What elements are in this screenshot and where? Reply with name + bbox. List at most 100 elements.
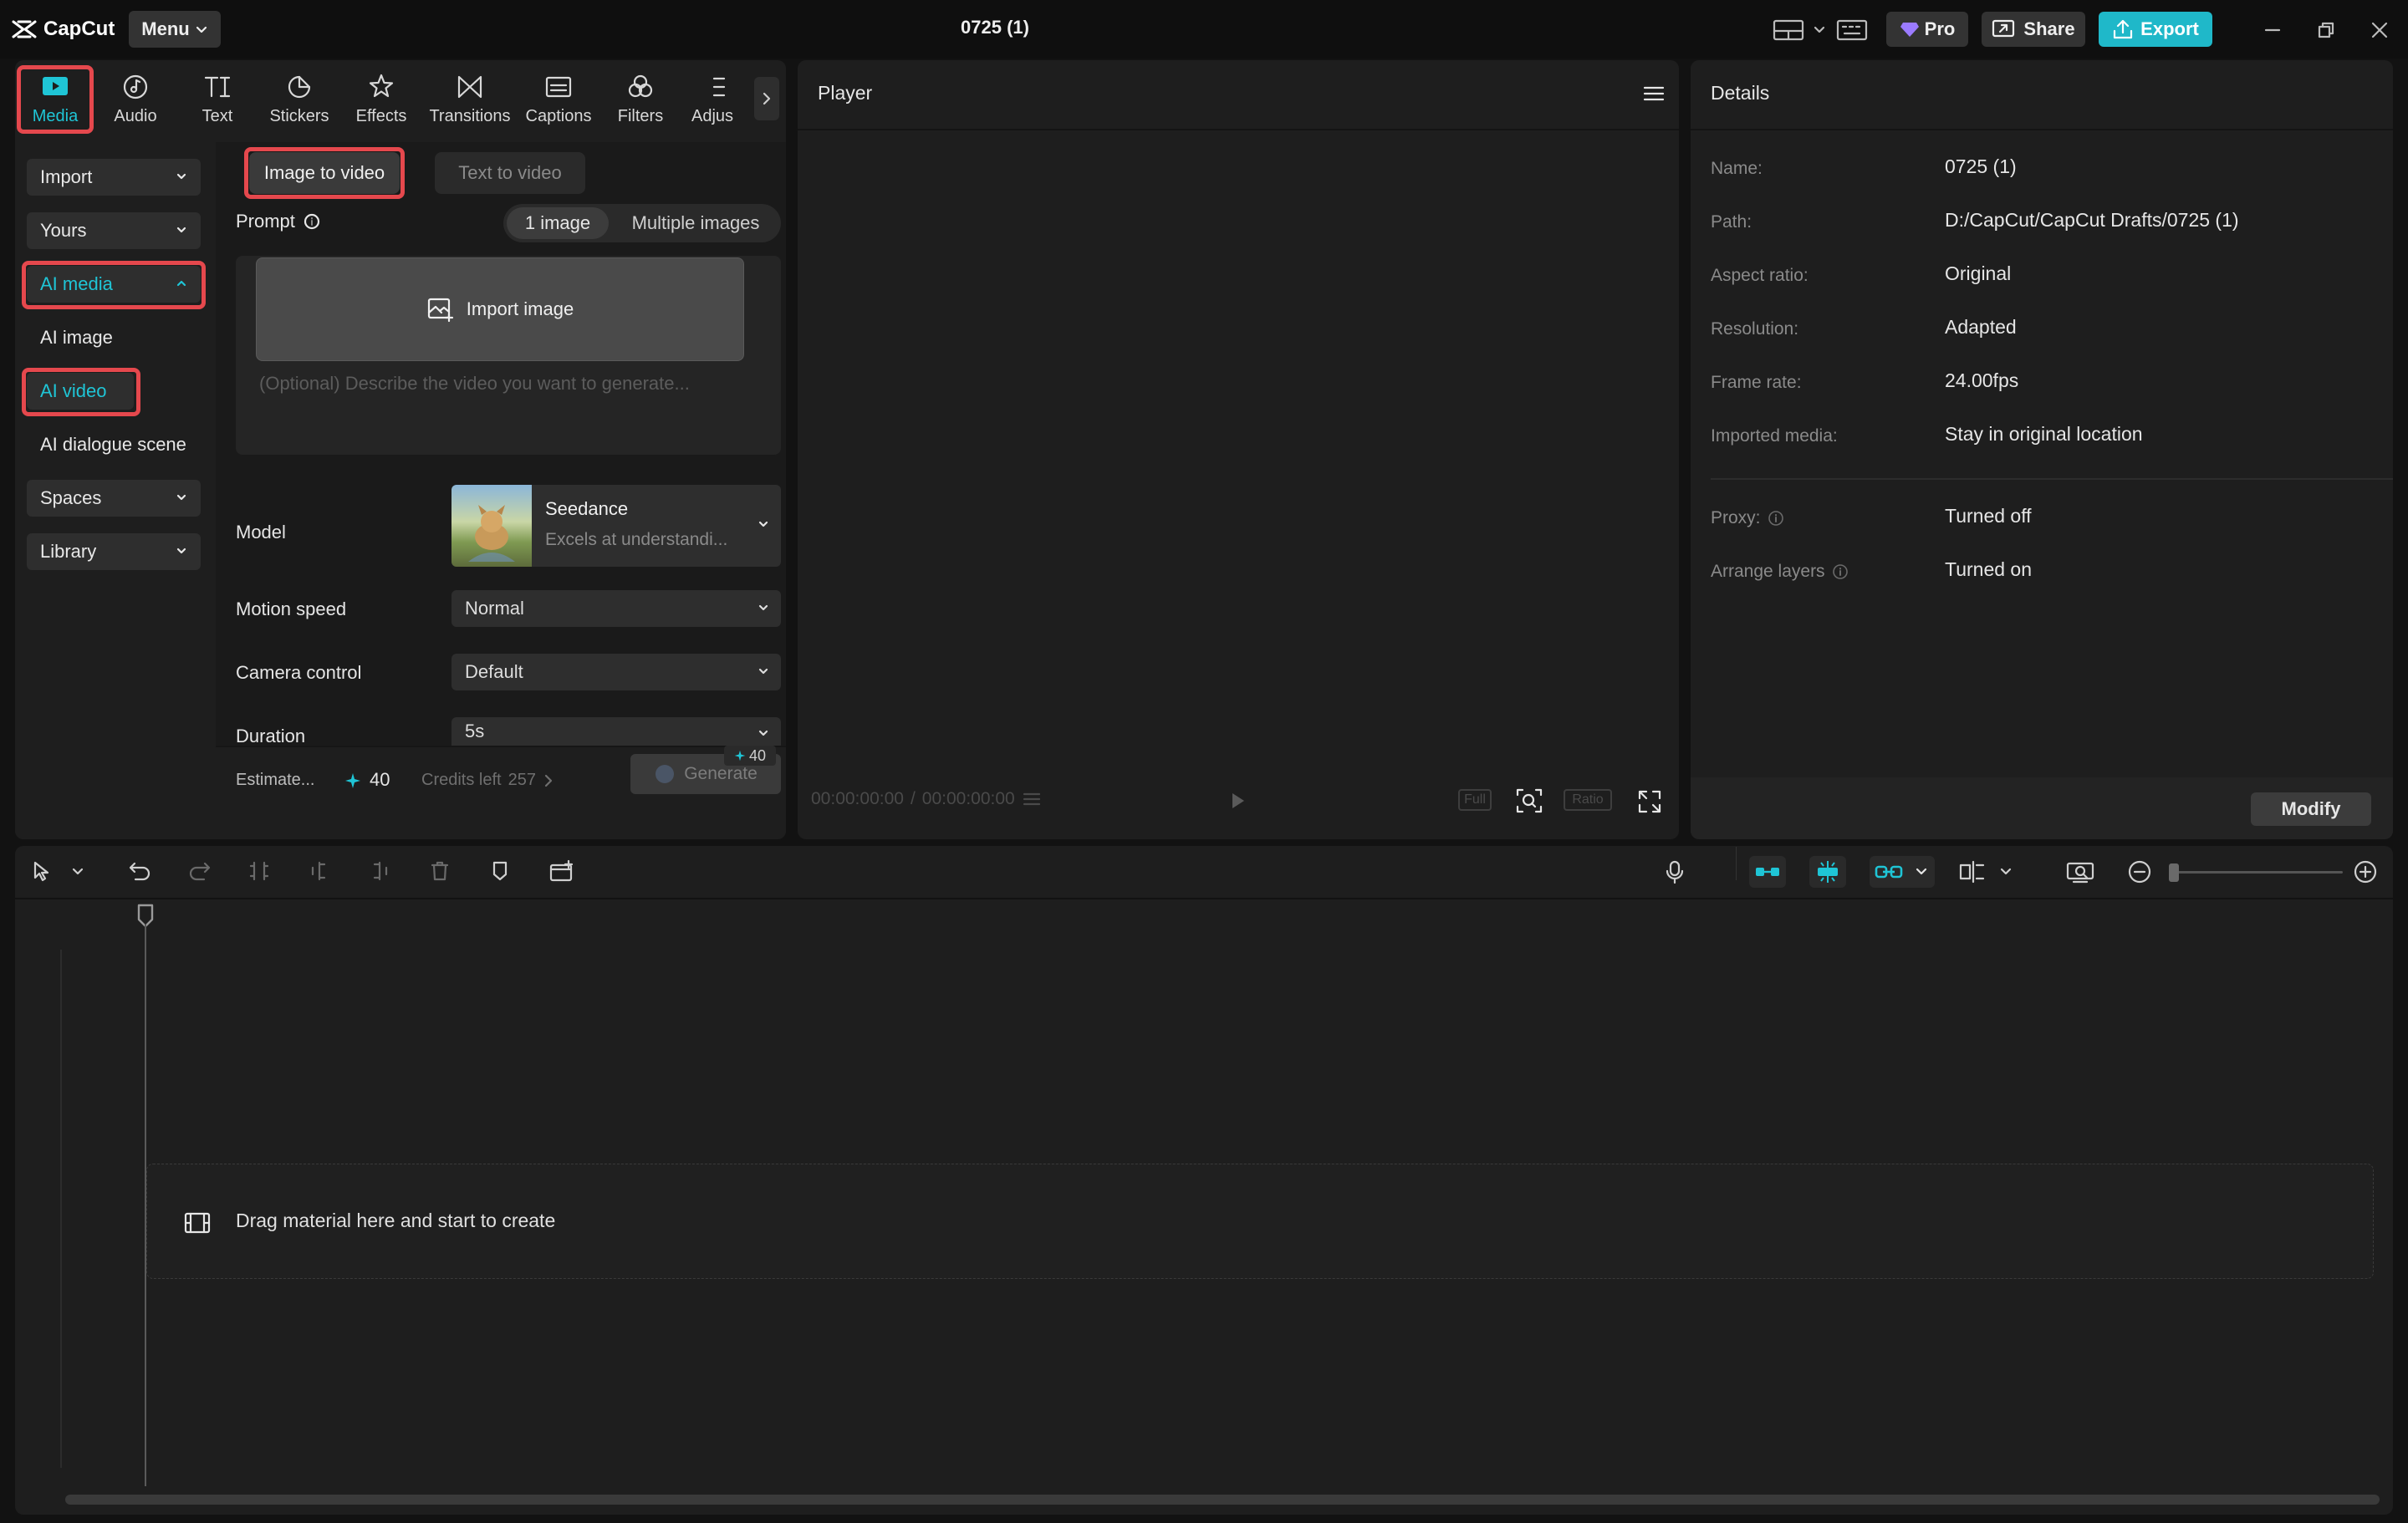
- timeline-preview-icon[interactable]: [2065, 859, 2095, 884]
- player-panel: Player 00:00:00:00 / 00:00:00:00 Full Ra…: [798, 60, 1679, 839]
- media-tab-highlight: [17, 65, 94, 134]
- motion-speed-select[interactable]: Normal: [452, 590, 781, 627]
- detail-value-arrange-layers: Turned on: [1945, 558, 2032, 581]
- minimize-icon[interactable]: [2263, 20, 2283, 40]
- delete-icon[interactable]: [428, 859, 452, 883]
- tab-adjust[interactable]: Adjus: [679, 67, 746, 132]
- project-title: 0725 (1): [870, 17, 1120, 38]
- sidebar-item-library[interactable]: Library: [27, 533, 201, 570]
- tab-filters[interactable]: Filters: [604, 67, 677, 132]
- play-icon[interactable]: [1227, 791, 1247, 811]
- tab-audio[interactable]: Audio: [99, 67, 172, 132]
- modify-button[interactable]: Modify: [2251, 792, 2371, 826]
- share-icon: [1992, 18, 2017, 40]
- camera-control-select[interactable]: Default: [452, 654, 781, 690]
- chevron-down-icon[interactable]: [1998, 864, 2013, 879]
- tab-transitions[interactable]: Transitions: [428, 67, 512, 132]
- info-icon[interactable]: [304, 213, 320, 230]
- sidebar-item-ai-image[interactable]: AI image: [27, 319, 186, 356]
- info-icon[interactable]: [1768, 510, 1784, 527]
- timeline-area: Drag material here and start to create: [15, 899, 2393, 1515]
- zoom-out-icon[interactable]: [2127, 859, 2152, 884]
- toolbar-divider: [1736, 847, 1737, 880]
- chevron-down-icon: [174, 222, 189, 237]
- microphone-icon[interactable]: [1664, 859, 1686, 884]
- full-quality-button[interactable]: Full: [1458, 789, 1492, 811]
- menu-button[interactable]: Menu: [129, 11, 221, 48]
- preview-axis-icon[interactable]: [1958, 859, 1988, 884]
- tab-label: Stickers: [269, 107, 329, 126]
- tab-text[interactable]: Text: [181, 67, 254, 132]
- split-icon[interactable]: [247, 859, 271, 883]
- restore-icon[interactable]: [2316, 20, 2336, 40]
- ai-video-generator: Image to video Text to video Prompt 1 im…: [216, 142, 786, 839]
- prompt-label: Prompt: [236, 211, 320, 232]
- player-menu-icon[interactable]: [1642, 84, 1666, 104]
- sidebar-item-yours[interactable]: Yours: [27, 212, 201, 249]
- ratio-button[interactable]: Ratio: [1564, 789, 1612, 811]
- close-icon[interactable]: [2370, 20, 2390, 40]
- duration-select[interactable]: 5s: [452, 717, 781, 746]
- select-cursor-icon[interactable]: [30, 859, 54, 883]
- keyboard-shortcuts-icon[interactable]: [1836, 18, 1870, 42]
- sidebar-item-import[interactable]: Import: [27, 159, 201, 196]
- tab-stickers[interactable]: Stickers: [263, 67, 336, 132]
- layout-chevron-icon[interactable]: [1813, 23, 1826, 37]
- pro-button[interactable]: Pro: [1886, 12, 1968, 47]
- zoom-slider[interactable]: [2169, 871, 2343, 874]
- tab-label: Filters: [618, 107, 663, 126]
- info-icon[interactable]: [1832, 563, 1849, 580]
- transitions-icon: [455, 72, 485, 102]
- prompt-input[interactable]: (Optional) Describe the video you want t…: [259, 373, 761, 395]
- undo-icon[interactable]: [127, 859, 152, 883]
- title-bar: CapCut Menu 0725 (1) Pro Share Export: [0, 0, 2408, 59]
- timecode-settings-icon[interactable]: [1022, 791, 1042, 807]
- model-selector[interactable]: Seedance Excels at understandi...: [452, 485, 781, 567]
- redo-icon[interactable]: [187, 859, 212, 883]
- prompt-box: Import image (Optional) Describe the vid…: [236, 256, 781, 455]
- sidebar-item-ai-dialogue-scene[interactable]: AI dialogue scene: [27, 426, 216, 463]
- share-button[interactable]: Share: [1982, 12, 2085, 47]
- text-to-video-tab[interactable]: Text to video: [435, 152, 585, 194]
- sidebar-item-spaces[interactable]: Spaces: [27, 480, 201, 517]
- layout-icon[interactable]: [1773, 18, 1806, 42]
- credits-left-value: 257: [508, 771, 536, 790]
- detail-value-resolution: Adapted: [1945, 316, 2017, 339]
- export-button[interactable]: Export: [2099, 12, 2212, 47]
- credits-left[interactable]: Credits left 257: [421, 771, 554, 790]
- select-value: Normal: [465, 598, 524, 619]
- detail-value-frame-rate: 24.00fps: [1945, 369, 2018, 392]
- effects-icon: [366, 72, 396, 102]
- image-count-toggle: 1 image Multiple images: [503, 204, 781, 242]
- auto-snap-button[interactable]: [1809, 856, 1846, 888]
- detail-label-path: Path:: [1711, 212, 1752, 232]
- tab-effects[interactable]: Effects: [344, 67, 418, 132]
- image-to-video-highlight: [244, 147, 405, 199]
- zoom-fit-icon[interactable]: [1515, 787, 1543, 814]
- add-media-icon[interactable]: [548, 859, 575, 883]
- tab-captions[interactable]: Captions: [522, 67, 595, 132]
- chevron-down-icon: [756, 726, 771, 741]
- generate-orb-icon: [654, 763, 676, 785]
- chevron-down-icon: [756, 664, 771, 679]
- drop-hint: Drag material here and start to create: [236, 1210, 555, 1232]
- linkage-button[interactable]: [1870, 856, 1935, 888]
- one-image-option[interactable]: 1 image: [507, 207, 609, 239]
- marker-icon[interactable]: [488, 859, 512, 883]
- import-image-button[interactable]: Import image: [256, 257, 744, 361]
- drop-zone[interactable]: Drag material here and start to create: [146, 1164, 2374, 1279]
- split-left-icon[interactable]: [308, 859, 331, 883]
- chevron-down-icon[interactable]: [70, 864, 85, 879]
- multiple-images-option[interactable]: Multiple images: [614, 207, 778, 239]
- arrange-label-text: Arrange layers: [1711, 562, 1825, 582]
- horizontal-scrollbar[interactable]: [65, 1495, 2380, 1505]
- main-track-magnet-button[interactable]: [1749, 856, 1786, 888]
- chevron-down-icon: [174, 543, 189, 558]
- fullscreen-icon[interactable]: [1637, 789, 1662, 814]
- tabs-next-button[interactable]: [754, 77, 779, 120]
- split-right-icon[interactable]: [368, 859, 391, 883]
- tab-label: Text: [202, 107, 233, 126]
- zoom-in-icon[interactable]: [2353, 859, 2378, 884]
- adjust-icon: [697, 72, 727, 102]
- zoom-slider-handle[interactable]: [2169, 863, 2179, 882]
